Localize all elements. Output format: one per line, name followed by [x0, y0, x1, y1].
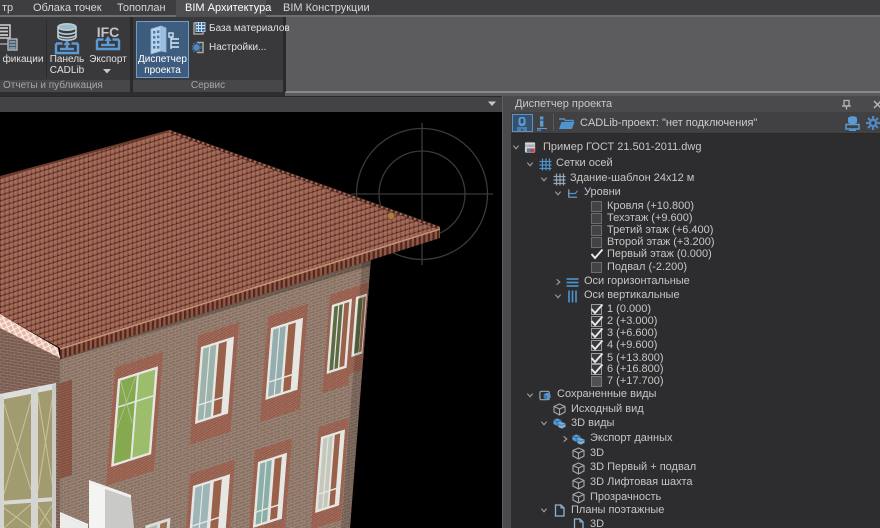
svg-text:DWG: DWG — [525, 143, 534, 148]
